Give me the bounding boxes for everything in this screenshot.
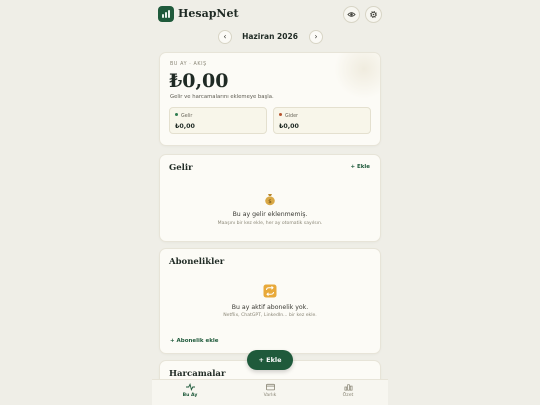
expense-total-label: Gider — [285, 114, 299, 119]
subscriptions-empty-title: Bu ay aktif abonelik yok. — [231, 304, 309, 311]
current-month: Haziran 2026 — [242, 32, 298, 41]
repeat-icon — [160, 283, 380, 302]
app-logo-icon — [158, 6, 174, 22]
income-section: Gelir + Ekle $ Bu ay gelir eklenmemiş. M… — [159, 154, 381, 242]
bottom-navigation: Bu Ay Varlık Özet — [152, 379, 388, 405]
income-dot-icon — [175, 113, 178, 116]
expenses-section-title: Harcamalar — [169, 369, 226, 379]
income-empty-subtitle: Maaşını bir kez ekle, her ay otomatik sa… — [217, 221, 323, 226]
add-fab-button[interactable]: + Ekle — [247, 350, 293, 370]
subscriptions-section-title: Abonelikler — [169, 257, 225, 267]
next-month-button[interactable]: › — [309, 30, 323, 44]
expense-dot-icon — [279, 113, 282, 116]
nav-this-month[interactable]: Bu Ay — [160, 383, 220, 398]
wallet-icon — [265, 383, 275, 391]
add-subscription-button[interactable]: + Abonelik ekle — [170, 338, 219, 344]
nav-summary[interactable]: Özet — [318, 383, 378, 398]
money-bag-icon: $ — [160, 191, 380, 210]
nav-summary-label: Özet — [342, 393, 354, 398]
summary-hint: Gelir ve harcamalarını eklemeye başla. — [170, 94, 274, 100]
income-total-box: Gelir ₺0,00 — [169, 107, 267, 134]
app-shell: HesapNet ‹ Haziran 2026 › BU AY · AKIŞ ₺… — [152, 0, 388, 405]
subscriptions-section: Abonelikler Bu ay aktif abonelik yok. Ne… — [159, 248, 381, 354]
income-total-label: Gelir — [181, 114, 193, 119]
pulse-icon — [185, 383, 195, 391]
top-bar: HesapNet — [158, 5, 382, 25]
nav-this-month-label: Bu Ay — [182, 393, 198, 398]
svg-text:$: $ — [268, 199, 272, 205]
gear-icon — [370, 11, 377, 18]
nav-assets-label: Varlık — [263, 393, 277, 398]
income-total-value: ₺0,00 — [175, 123, 195, 130]
income-empty-title: Bu ay gelir eklenmemiş. — [232, 211, 308, 218]
summary-kicker: BU AY · AKIŞ — [170, 62, 207, 67]
app-name: HesapNet — [178, 7, 239, 20]
eye-icon — [347, 12, 356, 17]
add-income-button[interactable]: + Ekle — [350, 164, 370, 170]
income-section-title: Gelir — [169, 163, 193, 173]
expense-total-value: ₺0,00 — [279, 123, 299, 130]
month-navigator: ‹ Haziran 2026 › — [152, 30, 388, 46]
net-balance: ₺0,00 — [169, 70, 229, 92]
subscriptions-empty-subtitle: Netflix, ChatGPT, LinkedIn... bir kez ek… — [223, 313, 317, 318]
settings-button[interactable] — [365, 6, 382, 23]
hide-amounts-button[interactable] — [343, 6, 360, 23]
summary-card: BU AY · AKIŞ ₺0,00 Gelir ve harcamaların… — [159, 52, 381, 146]
nav-assets[interactable]: Varlık — [240, 383, 300, 398]
bar-chart-icon — [344, 384, 352, 391]
expense-total-box: Gider ₺0,00 — [273, 107, 371, 134]
